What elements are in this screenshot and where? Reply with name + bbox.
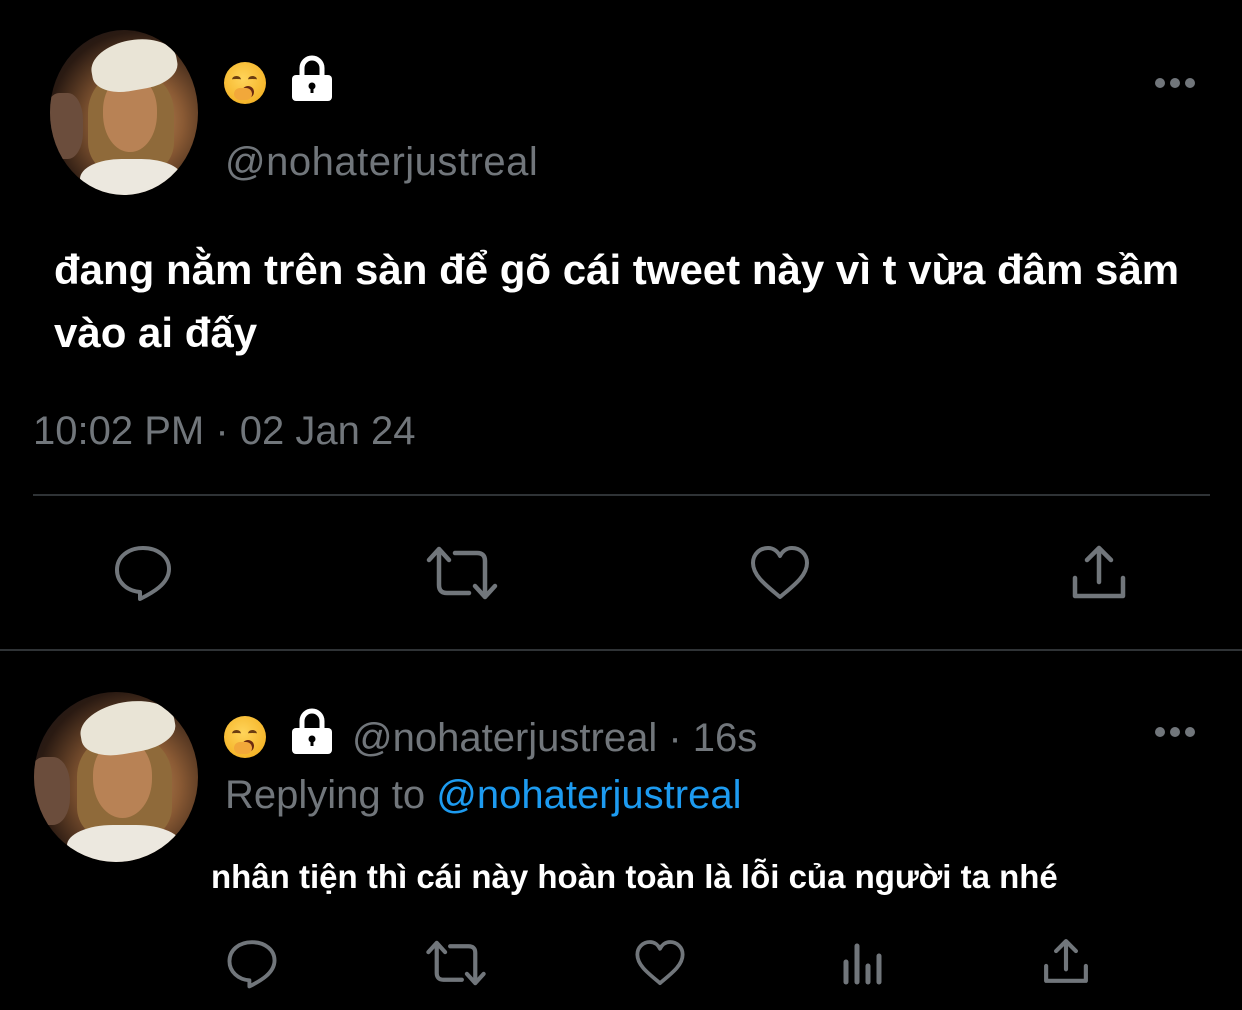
like-icon[interactable] xyxy=(749,545,811,601)
more-options-icon[interactable] xyxy=(1154,725,1196,739)
tweet-text: đang nằm trên sàn để gõ cái tweet này vì… xyxy=(54,246,1180,356)
emoji-hand xyxy=(234,88,252,100)
avatar-background-figure xyxy=(34,756,71,825)
profile-avatar[interactable] xyxy=(50,30,198,195)
profile-avatar[interactable] xyxy=(34,692,198,862)
tweet-timestamp[interactable]: 10:02 PM · 02 Jan 24 xyxy=(33,409,415,454)
reply-tweet-text: nhân tiện thì cái này hoàn toàn là lỗi c… xyxy=(211,858,1058,895)
emoji-eye xyxy=(232,76,241,83)
emoji-eye xyxy=(248,730,257,737)
retweet-icon[interactable] xyxy=(425,939,487,987)
author-handle[interactable]: @nohaterjustreal xyxy=(225,140,538,185)
reply-icon[interactable] xyxy=(225,937,279,989)
divider xyxy=(0,649,1242,651)
reply-author-handle-time[interactable]: @nohaterjustreal · 16s xyxy=(352,716,757,761)
replying-to-mention-link[interactable]: @nohaterjustreal xyxy=(436,773,741,817)
emoji-hand xyxy=(234,742,252,754)
avatar-background-figure xyxy=(50,92,83,159)
replying-to-line: Replying to @nohaterjustreal xyxy=(225,773,741,818)
replying-to-label: Replying to xyxy=(225,773,437,817)
divider xyxy=(33,494,1210,496)
avatar-collar xyxy=(66,824,182,862)
lock-icon xyxy=(292,55,332,101)
reply-icon[interactable] xyxy=(112,542,174,602)
tweet-thread-screen: @nohaterjustreal đang nằm trên sàn để gõ… xyxy=(0,0,1242,1010)
emoji-eye xyxy=(232,730,241,737)
face-with-hand-over-mouth-emoji xyxy=(224,62,266,104)
share-icon[interactable] xyxy=(1070,542,1128,602)
emoji-eye xyxy=(248,76,257,83)
share-icon[interactable] xyxy=(1042,936,1090,986)
lock-icon xyxy=(292,708,332,754)
avatar-collar xyxy=(79,158,184,195)
face-with-hand-over-mouth-emoji xyxy=(224,716,266,758)
like-icon[interactable] xyxy=(634,939,686,987)
more-options-icon[interactable] xyxy=(1154,76,1196,90)
retweet-icon[interactable] xyxy=(425,545,499,601)
analytics-icon[interactable] xyxy=(840,940,886,986)
avatar-beret xyxy=(87,32,181,97)
